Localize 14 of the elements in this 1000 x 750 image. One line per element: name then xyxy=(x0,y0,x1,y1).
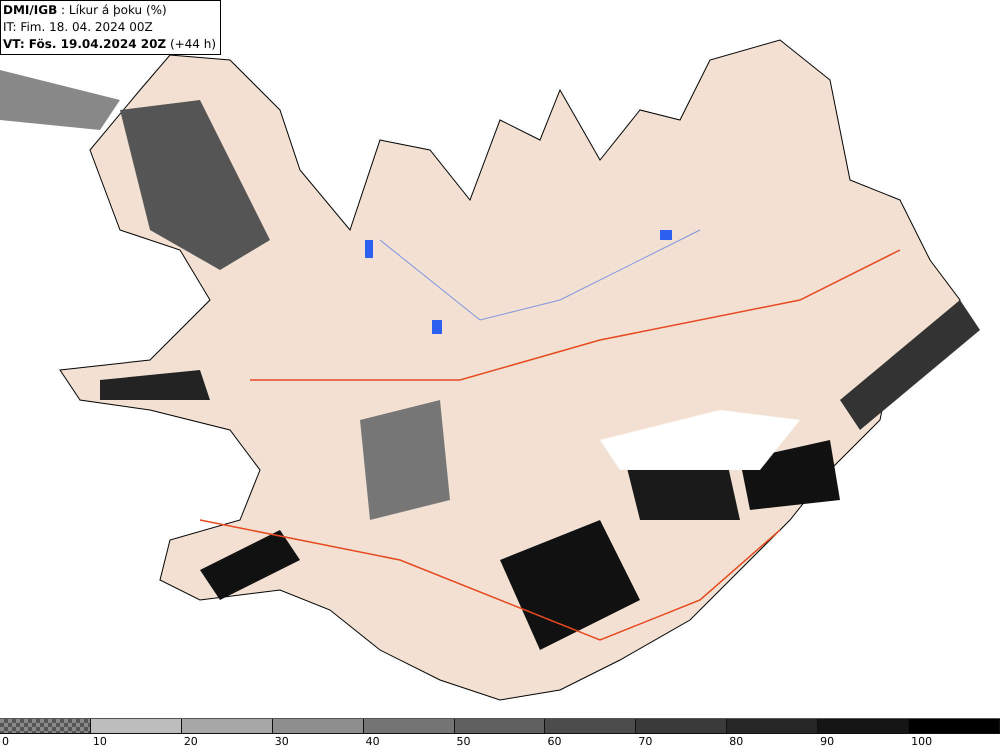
legend-label: 0 xyxy=(1,734,10,750)
legend-label: 80 xyxy=(728,734,744,750)
legend-label: 10 xyxy=(92,734,108,750)
legend-label: 100 xyxy=(910,734,934,750)
legend-label: 60 xyxy=(546,734,562,750)
info-line: VT: Fös. 19.04.2024 20Z (+44 h) xyxy=(3,36,216,53)
legend-label: 20 xyxy=(182,734,199,750)
info-line: DMI/IGB : Líkur á þoku (%) xyxy=(3,2,168,19)
info-line: IT: Fim. 18. 04. 2024 00Z xyxy=(3,19,154,36)
legend-label: 90 xyxy=(819,734,836,750)
legend-label: 70 xyxy=(637,734,654,750)
legend-label: 40 xyxy=(364,734,381,750)
legend-label: 30 xyxy=(274,734,290,750)
legend-label: 50 xyxy=(456,734,472,750)
